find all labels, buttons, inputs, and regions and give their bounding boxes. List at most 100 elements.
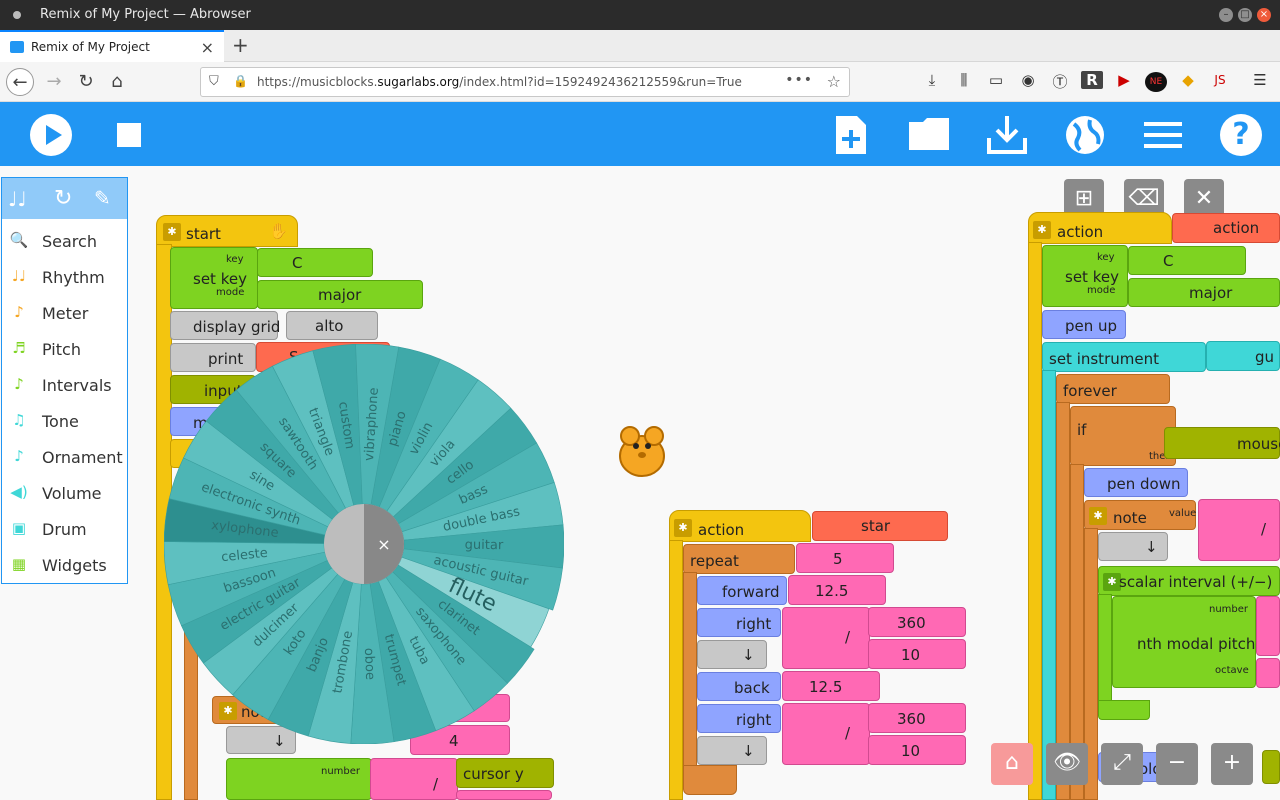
set-instrument-block[interactable]: set instrument bbox=[1042, 342, 1206, 372]
n10-block-1[interactable]: 10 bbox=[868, 639, 966, 669]
forward-arrow-icon[interactable]: → bbox=[40, 68, 68, 96]
div-block-1[interactable]: / bbox=[782, 607, 870, 669]
play-icon[interactable] bbox=[30, 114, 72, 156]
set-key-block-right[interactable]: set key key mode bbox=[1042, 245, 1128, 307]
pen-down-block[interactable]: pen down bbox=[1084, 468, 1188, 497]
grid-value-block[interactable]: alto bbox=[286, 311, 378, 340]
close-tab-icon[interactable]: × bbox=[201, 38, 214, 57]
right-block-1[interactable]: right bbox=[697, 608, 781, 637]
instrument-wheel[interactable]: pianoviolinviolacellobassdouble bassguit… bbox=[164, 344, 564, 744]
mouse-block[interactable]: mouse bbox=[1164, 427, 1280, 459]
open-folder-icon[interactable] bbox=[907, 116, 951, 158]
zoom-out-icon[interactable]: − bbox=[1156, 743, 1198, 785]
home-icon[interactable]: ⌂ bbox=[103, 68, 131, 96]
url-text[interactable]: https://musicblocks.sugarlabs.org/index.… bbox=[257, 75, 742, 89]
url-bar[interactable]: ⛉ 🔒 https://musicblocks.sugarlabs.org/in… bbox=[200, 67, 850, 97]
extension-ne-icon[interactable]: NE bbox=[1145, 72, 1167, 92]
home-button-icon[interactable]: ⌂ bbox=[991, 743, 1033, 785]
wheel-label-guitar[interactable]: guitar bbox=[465, 538, 504, 553]
stop-icon[interactable] bbox=[117, 123, 141, 147]
scalar-interval-block[interactable]: ✱ scalar interval (+/−) bbox=[1098, 566, 1280, 596]
octave-value-right[interactable] bbox=[1256, 658, 1280, 688]
lock-icon[interactable]: 🔒 bbox=[233, 74, 248, 88]
frac-top-block[interactable] bbox=[456, 790, 552, 800]
partial-olive-block[interactable] bbox=[1262, 750, 1280, 784]
start-block[interactable]: ✱ start ✋ bbox=[156, 215, 298, 247]
extension-diamond-icon[interactable]: ◆ bbox=[1177, 71, 1199, 89]
div-block-right[interactable]: / bbox=[1198, 499, 1280, 561]
wheel-close-icon[interactable]: × bbox=[377, 535, 390, 554]
set-key-block[interactable]: set key key mode bbox=[170, 247, 258, 309]
notes-tab-icon[interactable]: ♩♩ bbox=[8, 187, 27, 211]
minimize-icon[interactable]: – bbox=[1219, 8, 1233, 22]
shield-icon[interactable]: ⛉ bbox=[209, 74, 219, 89]
back-arrow-icon[interactable]: ← bbox=[6, 68, 34, 96]
div-block[interactable]: / bbox=[370, 758, 458, 800]
number-value-right[interactable] bbox=[1256, 596, 1280, 656]
collapse-icon[interactable]: ✱ bbox=[674, 519, 692, 537]
library-icon[interactable]: ⫼ bbox=[953, 71, 975, 89]
mode-value-block-right[interactable]: major bbox=[1128, 278, 1280, 307]
key-value-block[interactable]: C bbox=[257, 248, 373, 277]
forward-value-block[interactable]: 12.5 bbox=[788, 575, 886, 605]
action-name-block[interactable]: star bbox=[812, 511, 948, 541]
planet-globe-icon[interactable] bbox=[1064, 114, 1106, 160]
action-name-block-right[interactable]: action bbox=[1172, 213, 1280, 243]
display-grid-block[interactable]: display grid bbox=[170, 311, 280, 340]
if-block[interactable]: if then bbox=[1070, 406, 1176, 466]
div-block-2[interactable]: / bbox=[782, 703, 870, 765]
back-block[interactable]: back bbox=[697, 672, 781, 701]
maximize-icon[interactable]: □ bbox=[1238, 8, 1252, 22]
extension-r-icon[interactable]: R bbox=[1081, 71, 1103, 89]
pen-tab-icon[interactable]: ✎ bbox=[94, 186, 111, 210]
expand-collapse-icon[interactable]: ⤢ bbox=[1101, 743, 1143, 785]
nth-modal-pitch-block[interactable]: number nth modal pitch octave bbox=[1112, 596, 1256, 688]
number-block[interactable]: number bbox=[226, 758, 372, 800]
show-hide-blocks-icon[interactable]: 👁 bbox=[1046, 743, 1088, 785]
n360-block-2[interactable]: 360 bbox=[868, 703, 966, 733]
repeat-value-block[interactable]: 5 bbox=[796, 543, 894, 573]
collapse-icon[interactable]: ✱ bbox=[163, 223, 181, 241]
down-arrow-block-2[interactable]: ↓ bbox=[697, 736, 767, 765]
close-window-icon[interactable]: × bbox=[1257, 8, 1271, 22]
n10-block-2[interactable]: 10 bbox=[868, 735, 966, 765]
action-star-block[interactable]: ✱ action bbox=[669, 510, 811, 542]
download-icon[interactable]: ⤓ bbox=[921, 71, 943, 89]
account-icon[interactable]: ◉ bbox=[1017, 71, 1039, 89]
wheel-label-oboe[interactable]: oboe bbox=[361, 648, 377, 681]
new-tab-icon[interactable]: + bbox=[232, 33, 249, 57]
down-arrow-block-1[interactable]: ↓ bbox=[697, 640, 767, 669]
new-project-icon[interactable] bbox=[833, 114, 869, 160]
instrument-value-block[interactable]: gu bbox=[1206, 341, 1280, 371]
refresh-tab-icon[interactable]: ↻ bbox=[54, 186, 72, 211]
action-block-right[interactable]: ✱ action bbox=[1028, 212, 1172, 244]
right-block-2[interactable]: right bbox=[697, 704, 781, 733]
extension-play-icon[interactable]: ▶ bbox=[1113, 71, 1135, 89]
key-value-block-right[interactable]: C bbox=[1128, 246, 1246, 275]
note-block-right[interactable]: ✱ note value bbox=[1084, 500, 1196, 530]
menu-icon[interactable]: ☰ bbox=[1249, 71, 1271, 89]
page-actions-icon[interactable]: ••• bbox=[785, 72, 813, 88]
help-icon[interactable]: ? bbox=[1220, 114, 1262, 156]
hamburger-menu-icon[interactable] bbox=[1144, 122, 1182, 152]
zoom-in-icon[interactable]: + bbox=[1211, 743, 1253, 785]
extension-js-icon[interactable]: JS bbox=[1209, 73, 1231, 87]
collapse-icon[interactable]: ✱ bbox=[1089, 507, 1107, 525]
browser-tab[interactable]: Remix of My Project × bbox=[0, 30, 224, 62]
pen-up-block[interactable]: pen up bbox=[1042, 310, 1126, 339]
repeat-block[interactable]: repeat bbox=[683, 544, 795, 574]
save-download-icon[interactable] bbox=[986, 114, 1028, 160]
forever-block[interactable]: forever bbox=[1056, 374, 1170, 404]
cursor-y-block[interactable]: cursor y bbox=[456, 758, 554, 788]
mode-value-block[interactable]: major bbox=[257, 280, 423, 309]
sidebar-icon[interactable]: ▭ bbox=[985, 71, 1007, 89]
reload-icon[interactable]: ↻ bbox=[72, 68, 100, 96]
bookmark-star-icon[interactable]: ☆ bbox=[827, 72, 841, 91]
mouse-turtle-sprite[interactable] bbox=[616, 422, 668, 480]
n360-block-1[interactable]: 360 bbox=[868, 607, 966, 637]
back-value-block[interactable]: 12.5 bbox=[782, 671, 880, 701]
extension-t-icon[interactable]: Ⓣ bbox=[1049, 71, 1071, 92]
forward-block[interactable]: forward bbox=[697, 576, 787, 605]
collapse-icon[interactable]: ✱ bbox=[1033, 221, 1051, 239]
down-arrow-block-right[interactable]: ↓ bbox=[1098, 532, 1168, 561]
